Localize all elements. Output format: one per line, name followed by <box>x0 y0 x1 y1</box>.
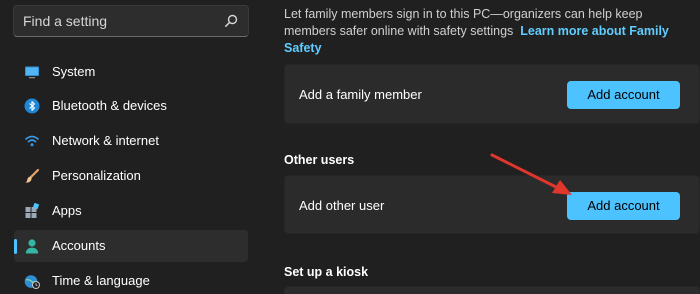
sidebar-item-label: Apps <box>52 203 82 218</box>
active-indicator <box>14 239 17 254</box>
sidebar: Find a setting System Bluetooth & device… <box>0 0 262 294</box>
search-icon[interactable] <box>224 14 238 28</box>
sidebar-item-time-language[interactable]: Time & language <box>14 265 248 294</box>
globe-clock-icon <box>24 275 40 289</box>
sidebar-item-label: Personalization <box>52 168 141 183</box>
other-users-heading: Other users <box>284 153 355 167</box>
apps-icon <box>25 203 40 218</box>
family-intro-text: Let family members sign in to this PC—or… <box>284 6 694 57</box>
person-icon <box>25 239 39 254</box>
sidebar-item-label: Accounts <box>52 238 106 253</box>
kiosk-card <box>284 286 700 294</box>
sidebar-item-apps[interactable]: Apps <box>14 195 248 227</box>
bluetooth-icon <box>24 98 40 114</box>
search-box[interactable]: Find a setting <box>13 5 249 37</box>
system-display-icon <box>25 66 39 79</box>
sidebar-item-label: Time & language <box>52 273 150 288</box>
settings-window: Find a setting System Bluetooth & device… <box>0 0 700 294</box>
sidebar-item-system[interactable]: System <box>14 56 248 88</box>
add-family-member-label: Add a family member <box>299 87 422 102</box>
sidebar-item-label: Network & internet <box>52 133 159 148</box>
sidebar-item-label: System <box>52 64 96 79</box>
add-family-member-card: Add a family member Add account <box>284 64 700 124</box>
brush-icon <box>25 168 40 183</box>
kiosk-heading: Set up a kiosk <box>284 265 369 279</box>
wifi-icon <box>24 135 40 147</box>
sidebar-item-bluetooth[interactable]: Bluetooth & devices <box>14 90 248 122</box>
add-other-user-label: Add other user <box>299 198 385 213</box>
add-family-account-button[interactable]: Add account <box>567 81 680 109</box>
sidebar-item-label: Bluetooth & devices <box>52 98 167 113</box>
sidebar-item-accounts[interactable]: Accounts <box>14 230 248 262</box>
search-input[interactable]: Find a setting <box>23 13 107 29</box>
annotation-arrow-icon <box>490 153 572 195</box>
sidebar-item-network[interactable]: Network & internet <box>14 125 248 157</box>
sidebar-item-personalization[interactable]: Personalization <box>14 160 248 192</box>
